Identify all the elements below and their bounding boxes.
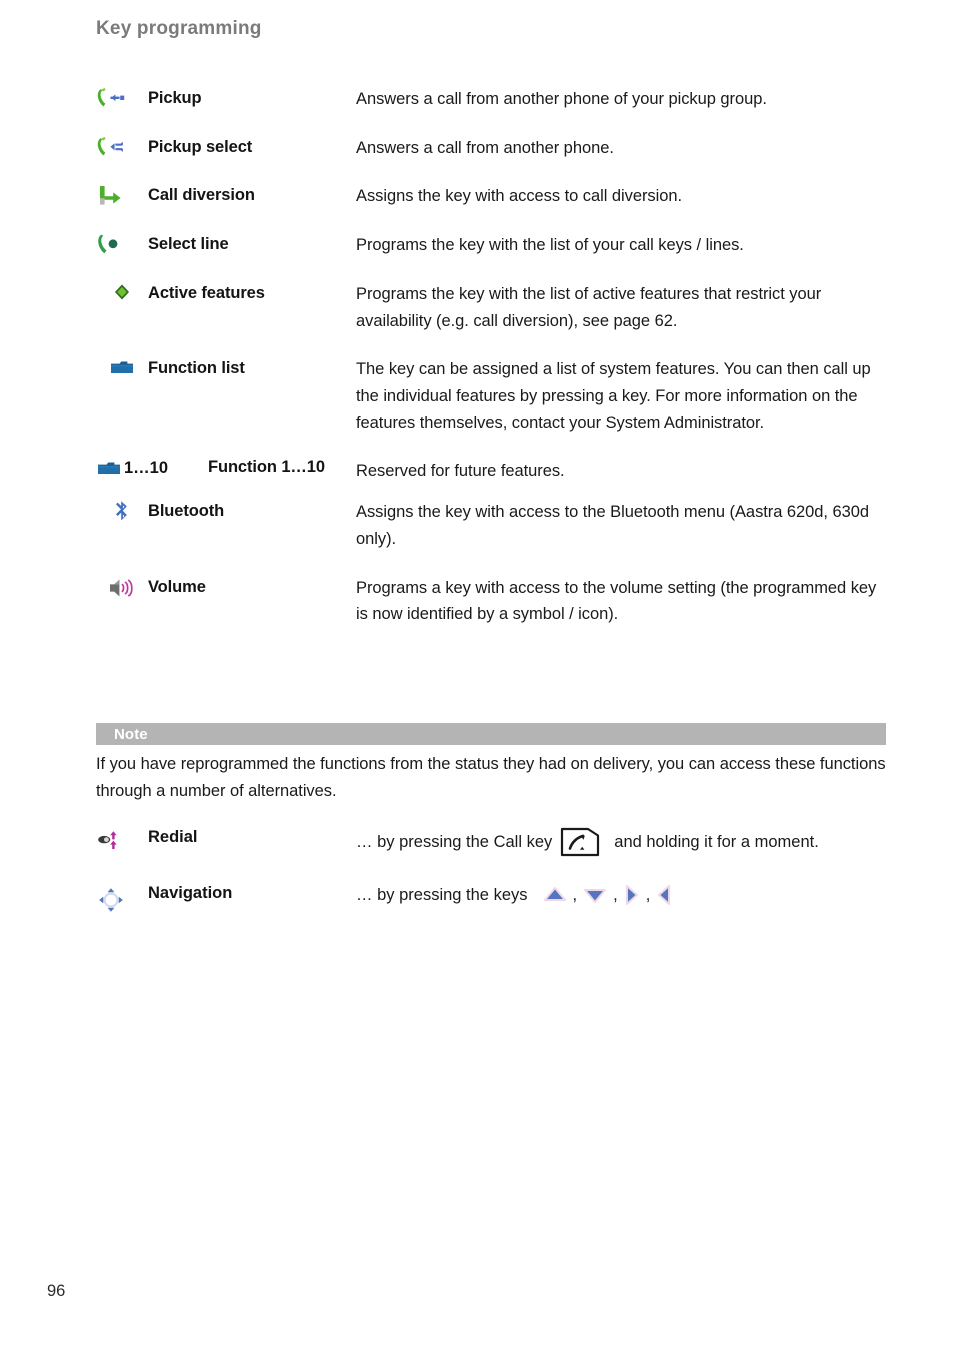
feature-description: Answers a call from another phone. [356, 138, 614, 157]
pickup-select-icon [96, 135, 148, 158]
feature-description: Programs the key with the list of active… [356, 284, 822, 330]
note-header-bar: Note [96, 723, 886, 745]
call-diversion-icon [96, 183, 148, 208]
feature-name: Call diversion [148, 186, 255, 205]
feature-description: Answers a call from another phone of you… [356, 90, 767, 108]
note-text: If you have reprogrammed the functions f… [96, 755, 886, 800]
alternative-description: … by pressing the Call key and holding i… [356, 827, 886, 857]
table-row: Function list The key can be assigned a … [96, 356, 886, 436]
table-row: Navigation … by pressing the keys , , , [96, 883, 886, 915]
function-range-icon-label: 1…10 [96, 458, 208, 478]
feature-name: Function 1…10 [208, 458, 325, 477]
feature-description: Assigns the key with access to call dive… [356, 187, 683, 206]
feature-description: Programs the key with the list of your c… [356, 236, 744, 255]
arrow-left-icon [655, 883, 673, 907]
function-list-icon [96, 458, 122, 478]
table-row: Bluetooth Assigns the key with access to… [96, 499, 886, 552]
active-features-icon [96, 281, 148, 302]
pickup-icon [96, 86, 148, 109]
page-title: Key programming [96, 18, 262, 39]
arrow-down-icon [582, 886, 608, 904]
redial-text-before: … by pressing the Call key [356, 832, 553, 851]
separator: , [572, 886, 578, 904]
arrow-up-icon [542, 886, 568, 904]
key-programming-feature-table: Pickup Answers a call from another phone… [96, 86, 886, 650]
volume-icon [96, 575, 148, 600]
select-line-icon [96, 232, 148, 255]
function-list-icon [96, 356, 148, 377]
table-row: 1…10 Function 1…10 Reserved for future f… [96, 458, 886, 485]
alternative-name: Redial [148, 828, 198, 846]
feature-description: Reserved for future features. [356, 462, 565, 481]
feature-name: Pickup [148, 89, 202, 107]
bluetooth-icon [96, 499, 148, 526]
call-key-icon [560, 827, 606, 857]
page-number: 96 [47, 1282, 66, 1300]
feature-name: Volume [148, 577, 206, 596]
redial-text-after: and holding it for a moment. [614, 832, 819, 851]
alternative-name: Navigation [148, 884, 233, 902]
note-label: Note [114, 725, 148, 743]
table-row: Pickup select Answers a call from anothe… [96, 135, 886, 162]
feature-name: Select line [148, 235, 229, 254]
table-row: Active features Programs the key with th… [96, 281, 886, 334]
note-block: Note If you have reprogrammed the functi… [96, 723, 886, 804]
table-row: Redial … by pressing the Call key and ho… [96, 827, 886, 857]
separator: , [645, 886, 651, 904]
feature-name: Pickup select [148, 137, 253, 156]
document-page: Key programming Pickup Answers a call fr… [0, 0, 954, 1354]
feature-description: Assigns the key with access to the Bluet… [356, 503, 869, 548]
arrow-right-icon [623, 883, 641, 907]
function-range-suffix: 1…10 [124, 458, 169, 477]
table-row: Volume Programs a key with access to the… [96, 575, 886, 628]
feature-description: The key can be assigned a list of system… [356, 360, 871, 432]
table-row: Pickup Answers a call from another phone… [96, 86, 886, 113]
separator: , [613, 886, 618, 904]
feature-name: Bluetooth [148, 502, 225, 521]
table-row: Select line Programs the key with the li… [96, 232, 886, 259]
navigation-text-before: … by pressing the keys [356, 886, 528, 904]
redial-icon [96, 827, 148, 853]
navigation-icon [96, 883, 148, 915]
alternatives-table: Redial … by pressing the Call key and ho… [96, 827, 886, 941]
feature-name: Function list [148, 359, 245, 378]
feature-description: Programs a key with access to the volume… [356, 578, 877, 624]
table-row: Call diversion Assigns the key with acce… [96, 183, 886, 210]
feature-name: Active features [148, 283, 265, 302]
alternative-description: … by pressing the keys , , , [356, 883, 886, 908]
